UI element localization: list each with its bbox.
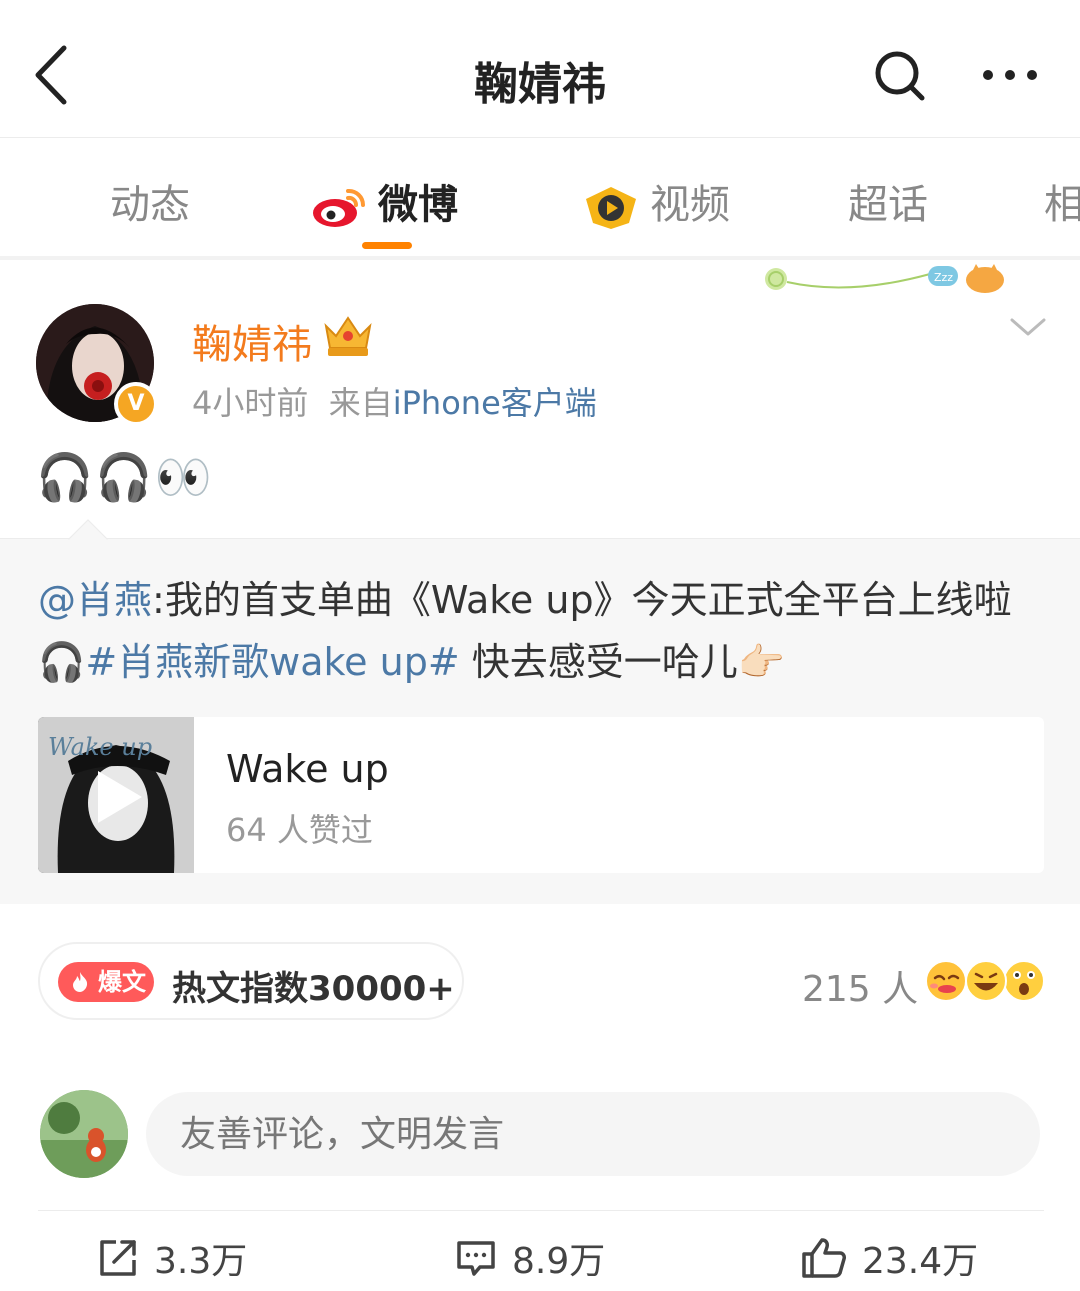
- comment-input[interactable]: [146, 1092, 1040, 1176]
- post-source[interactable]: iPhone客户端: [393, 384, 597, 422]
- comment-count: 8.9万: [512, 1241, 606, 1282]
- like-button[interactable]: 23.4万: [800, 1232, 978, 1286]
- thumbnail-title: Wake up: [48, 733, 152, 761]
- repost-text: @肖燕:我的首支单曲《Wake up》今天正式全平台上线啦🎧#肖燕新歌wake …: [38, 569, 1048, 693]
- reaction-count[interactable]: 215 人: [802, 960, 918, 1012]
- repost-text-part2: 快去感受一哈儿👉🏻: [459, 640, 786, 684]
- thumbnail-image: Wake up: [38, 717, 194, 873]
- flame-icon: [73, 972, 88, 992]
- profile-tabs: 动态 微博 视频 超话 相: [0, 138, 1080, 260]
- media-thumbnail[interactable]: Wake up: [38, 717, 194, 873]
- active-tab-indicator: [362, 242, 412, 249]
- more-button[interactable]: [980, 58, 1040, 92]
- hot-badge: 爆文: [58, 962, 154, 1002]
- svg-text:Zzz: Zzz: [934, 271, 953, 284]
- tab-weibo-label: 微博: [378, 182, 458, 228]
- media-title: Wake up: [226, 747, 389, 791]
- hot-index-text: 热文指数30000+: [172, 969, 455, 1009]
- media-likes: 64 人赞过: [226, 811, 373, 849]
- footer-divider: [38, 1210, 1044, 1211]
- more-icon: [983, 70, 1037, 80]
- share-button[interactable]: 3.3万: [96, 1232, 247, 1286]
- share-icon: [100, 1240, 136, 1276]
- video-logo-icon: [586, 187, 636, 229]
- author-name[interactable]: 鞠婧祎: [192, 312, 312, 370]
- comment-button[interactable]: 8.9万: [454, 1232, 605, 1286]
- thumbs-up-icon: [802, 1238, 846, 1278]
- repost-topic[interactable]: #肖燕新歌wake up#: [85, 640, 459, 684]
- card-decoration-icon: Zzz: [765, 264, 1004, 293]
- reaction-emoji-icons[interactable]: [922, 956, 1046, 1006]
- verified-badge: V: [114, 382, 158, 426]
- repost-block[interactable]: @肖燕:我的首支单曲《Wake up》今天正式全平台上线啦🎧#肖燕新歌wake …: [0, 519, 1080, 904]
- like-count: 23.4万: [862, 1241, 979, 1282]
- share-count: 3.3万: [154, 1241, 248, 1282]
- weibo-logo-icon: [313, 188, 366, 227]
- comment-icon: [457, 1241, 495, 1276]
- post-time: 4小时前: [192, 384, 309, 422]
- repost-notch: [68, 519, 108, 559]
- post-source-prefix: 来自: [328, 384, 393, 422]
- hot-article-pill[interactable]: 爆文 热文指数30000+: [38, 942, 464, 1020]
- tab-dynamic[interactable]: 动态: [110, 172, 190, 230]
- search-icon: [875, 51, 925, 101]
- chevron-down-icon: [1010, 318, 1046, 336]
- tab-weibo[interactable]: 微博: [310, 172, 458, 230]
- repost-mention[interactable]: @肖燕: [38, 578, 152, 622]
- crown-icon[interactable]: [320, 312, 376, 358]
- user-avatar-image: [40, 1090, 128, 1178]
- media-card[interactable]: Wake up Wake up 64 人赞过: [38, 717, 1044, 873]
- post-text: 🎧🎧👀: [36, 450, 214, 504]
- tab-video-label: 视频: [650, 182, 730, 228]
- top-bar: 鞠婧祎: [0, 0, 1080, 138]
- tab-super-topic[interactable]: 超话: [848, 172, 928, 230]
- tab-video[interactable]: 视频: [582, 172, 730, 231]
- hot-badge-label: 爆文: [98, 968, 146, 996]
- post-meta: 4小时前 来自iPhone客户端: [192, 378, 597, 424]
- post-menu-button[interactable]: [1008, 312, 1048, 342]
- tab-album[interactable]: 相: [1044, 172, 1080, 230]
- search-button[interactable]: [870, 46, 930, 106]
- user-avatar[interactable]: [40, 1090, 128, 1178]
